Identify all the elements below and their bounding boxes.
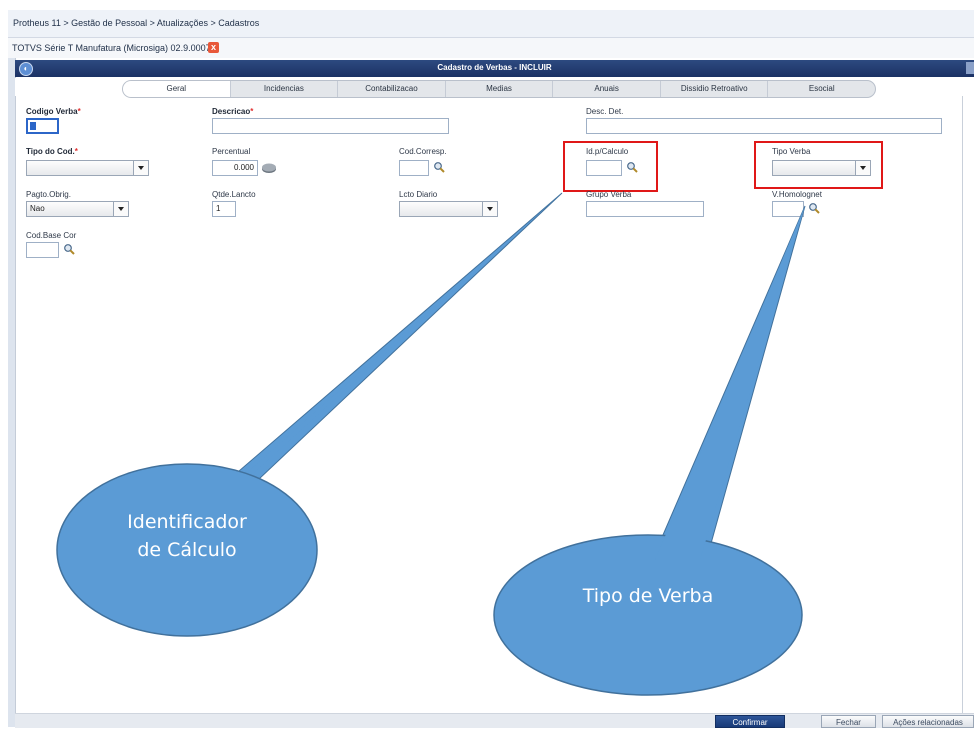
- callout-tipo-verba-text: Tipo de Verba: [582, 585, 714, 607]
- callout-identificador-text: Identificador de Cálculo: [87, 508, 287, 564]
- callout-identificador-line1: Identificador: [127, 511, 247, 533]
- confirmar-button[interactable]: Confirmar: [715, 715, 785, 728]
- bottom-button-bar: Confirmar Fechar Ações relacionadas: [15, 713, 974, 728]
- acoes-relacionadas-button[interactable]: Ações relacionadas: [882, 715, 974, 728]
- callout-shapes: [56, 192, 806, 696]
- callout-identificador-line2: de Cálculo: [137, 539, 237, 561]
- fechar-button[interactable]: Fechar: [821, 715, 876, 728]
- callout-tipo-verba: [493, 534, 803, 696]
